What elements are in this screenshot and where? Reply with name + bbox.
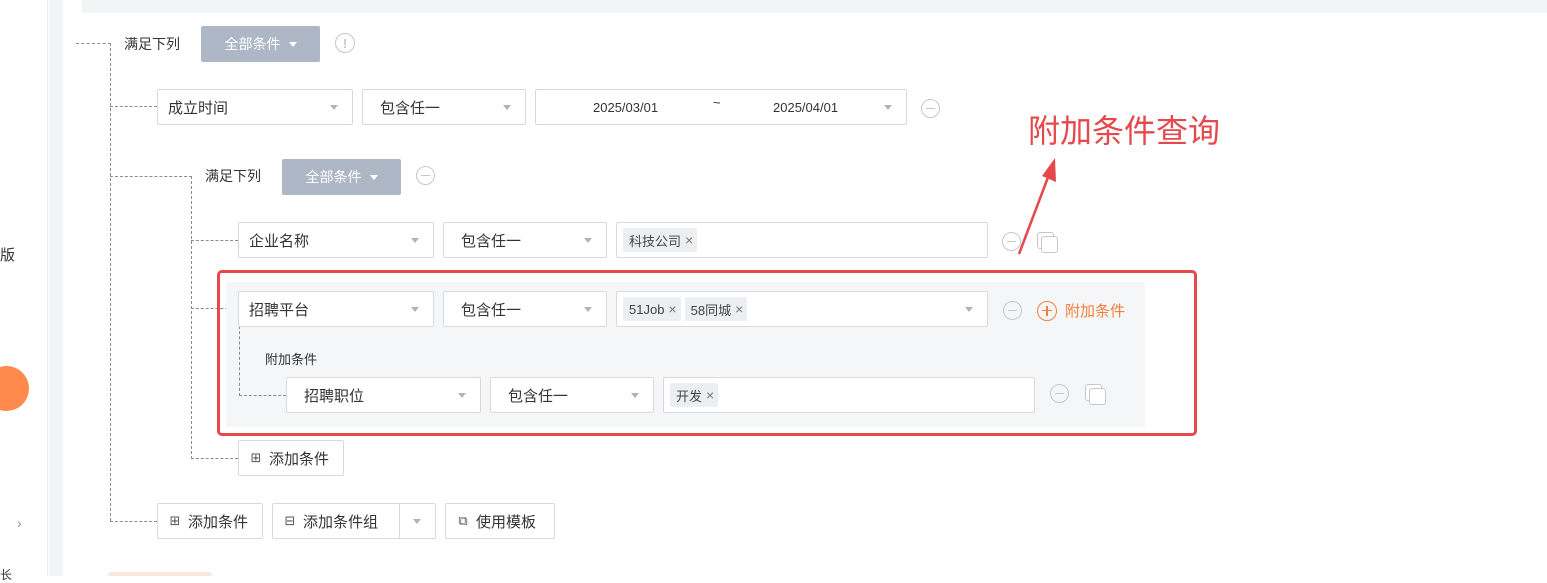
chevron-down-icon: [884, 105, 892, 110]
top-panel-edge: [82, 0, 1547, 13]
caret-down-icon: [369, 174, 378, 180]
bottom-tab-edge: [108, 572, 212, 576]
sidebar-partial-text: 版: [0, 247, 16, 264]
add-condition-label: 添加条件: [269, 450, 330, 468]
highlight-box: [217, 270, 1197, 436]
connector: [191, 240, 238, 241]
value-input-company[interactable]: 科技公司 ×: [616, 222, 988, 258]
operator-select-date[interactable]: 包含任一: [362, 89, 526, 125]
date-range-picker[interactable]: 2025/03/01 ~ 2025/04/01: [535, 89, 907, 125]
add-condition-icon: ⊞: [250, 450, 262, 465]
connector: [110, 176, 192, 177]
add-condition-button[interactable]: ⊞ 添加条件: [157, 503, 263, 539]
field-select-company[interactable]: 企业名称: [238, 222, 434, 258]
chevron-down-icon: [584, 238, 592, 243]
info-icon[interactable]: !: [335, 33, 355, 53]
tag-close-icon[interactable]: ×: [685, 232, 693, 248]
annotation-arrow-icon: [1017, 158, 1056, 255]
connector: [110, 106, 157, 107]
field-select-label: 企业名称: [249, 232, 310, 250]
operator-select-label: 包含任一: [461, 232, 522, 250]
group-sub-label: 满足下列: [205, 168, 261, 184]
use-template-label: 使用模板: [476, 513, 537, 531]
operator-select-company[interactable]: 包含任一: [443, 222, 607, 258]
left-sidebar: 版 › 长: [0, 0, 48, 582]
field-select-label: 成立时间: [168, 99, 229, 117]
operator-select-label: 包含任一: [380, 99, 441, 117]
use-template-button[interactable]: ⧉ 使用模板: [445, 503, 555, 539]
remove-group-icon[interactable]: [416, 166, 435, 185]
chevron-down-icon[interactable]: [413, 519, 421, 524]
template-icon: ⧉: [458, 513, 468, 528]
group-root-mode-label: 全部条件: [224, 36, 281, 52]
add-condition-group-button[interactable]: ⊟ 添加条件组: [272, 503, 436, 539]
group-sub-mode-label: 全部条件: [305, 169, 362, 185]
sidebar-bottom-fragment: 长: [0, 568, 13, 582]
content-gutter: [49, 0, 63, 576]
chevron-down-icon: [330, 105, 338, 110]
add-condition-button-inner[interactable]: ⊞ 添加条件: [238, 440, 344, 476]
date-end[interactable]: 2025/04/01: [773, 100, 838, 115]
connector: [191, 458, 238, 459]
split-divider: [399, 504, 400, 538]
group-root-mode-select[interactable]: 全部条件: [201, 26, 320, 62]
add-condition-label: 添加条件: [188, 513, 249, 531]
connector: [191, 176, 192, 459]
value-tag: 科技公司 ×: [623, 228, 698, 252]
connector: [110, 521, 157, 522]
add-group-icon: ⊟: [284, 513, 296, 528]
group-sub-mode-select[interactable]: 全部条件: [282, 159, 401, 195]
group-root-label: 满足下列: [124, 36, 180, 52]
date-separator: ~: [713, 95, 721, 110]
connector: [110, 43, 111, 521]
remove-condition-icon[interactable]: [921, 99, 940, 118]
sidebar-expand-icon[interactable]: ›: [17, 515, 22, 531]
field-select-date[interactable]: 成立时间: [157, 89, 353, 125]
add-condition-icon: ⊞: [169, 513, 181, 528]
date-start[interactable]: 2025/03/01: [593, 100, 658, 115]
caret-down-icon: [288, 41, 297, 47]
chevron-down-icon: [503, 105, 511, 110]
connector: [76, 43, 111, 44]
add-group-label: 添加条件组: [303, 513, 379, 531]
chevron-down-icon: [411, 238, 419, 243]
annotation-text: 附加条件查询: [1028, 113, 1221, 149]
sidebar-active-indicator[interactable]: [0, 366, 29, 411]
